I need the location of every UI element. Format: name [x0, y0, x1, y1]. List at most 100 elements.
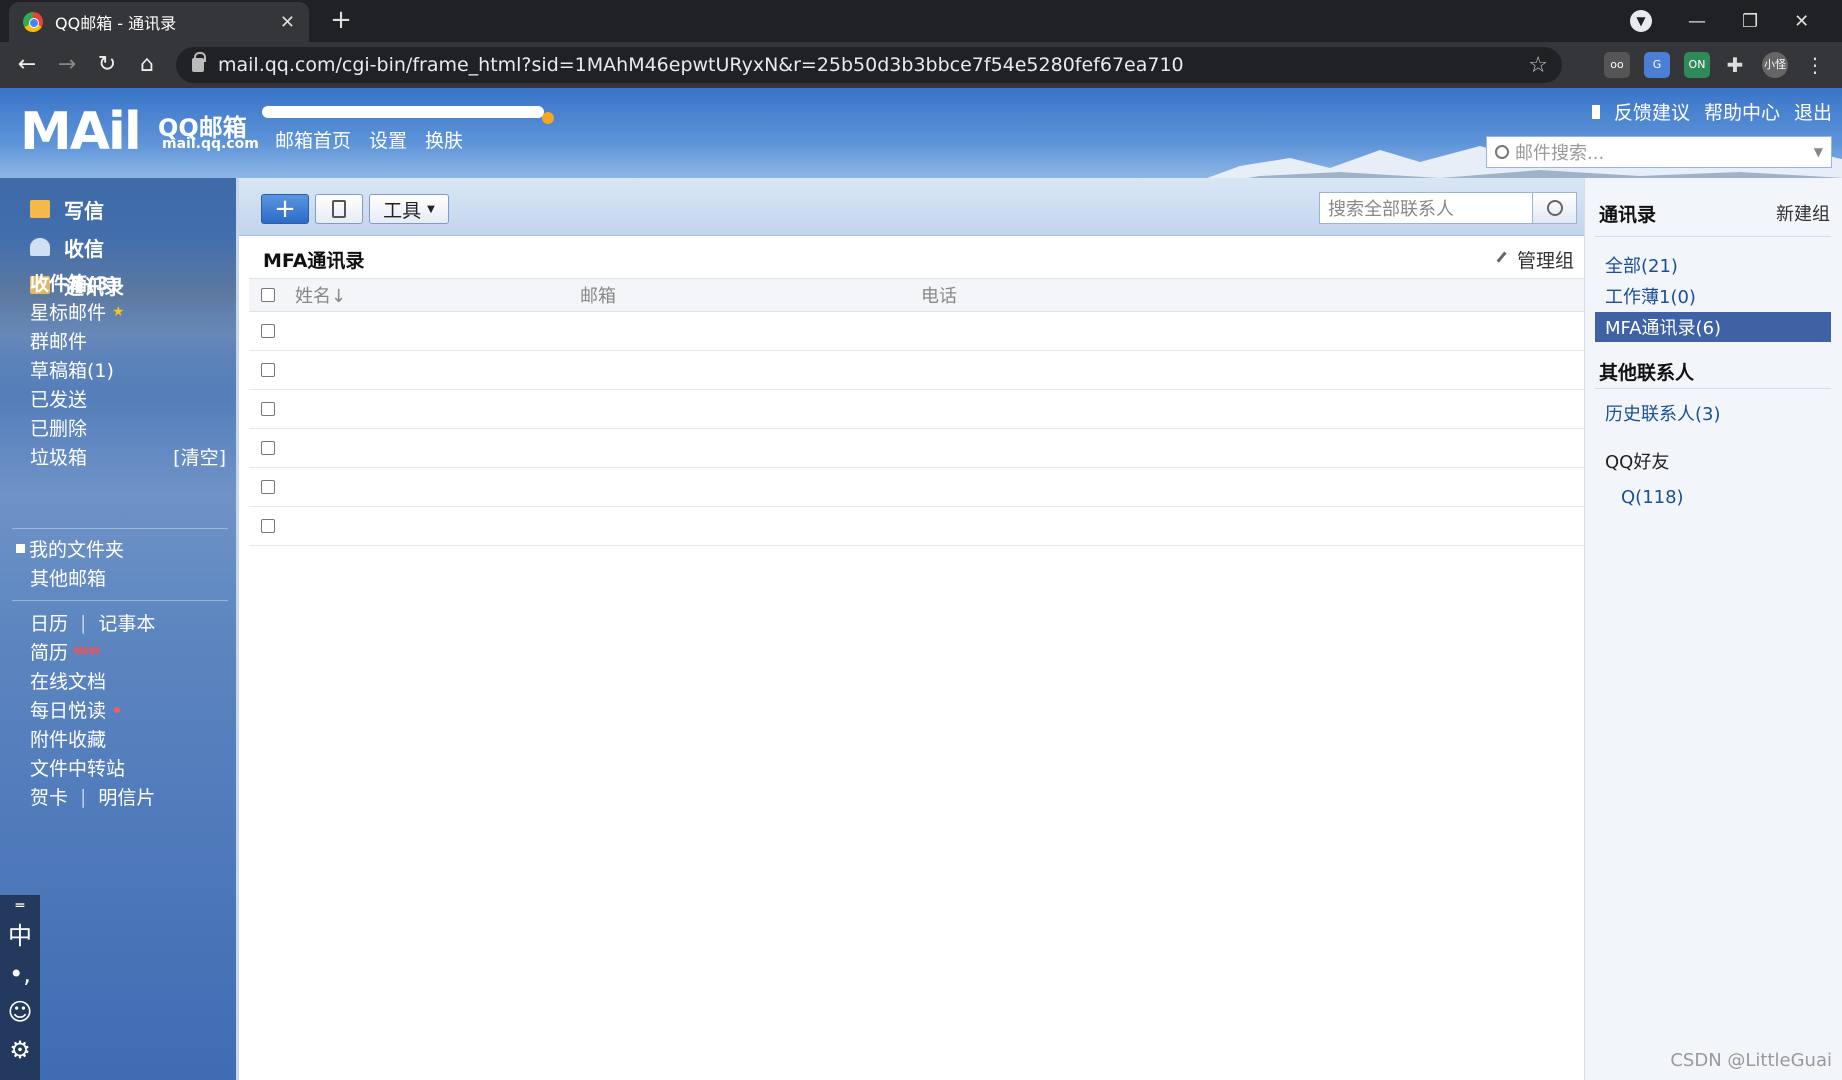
- table-row[interactable]: [249, 312, 1585, 351]
- lock-icon: [192, 52, 206, 72]
- ime-chinese-mode[interactable]: 中: [0, 917, 40, 955]
- notebook-link[interactable]: 记事本: [98, 609, 155, 636]
- postcard-link[interactable]: 明信片: [98, 783, 155, 810]
- feedback-link[interactable]: 反馈建议: [1614, 98, 1690, 125]
- restore-icon[interactable]: ❐: [1742, 11, 1758, 32]
- extension-translate-icon[interactable]: G: [1644, 52, 1670, 78]
- new-tab-button[interactable]: +: [326, 6, 356, 36]
- history-contacts[interactable]: 历史联系人(3): [1595, 398, 1831, 428]
- tools-dropdown[interactable]: 工具 ▼: [369, 194, 449, 224]
- add-contact-button[interactable]: +: [261, 194, 309, 224]
- inbox-icon: [30, 238, 50, 256]
- other-mailbox[interactable]: 其他邮箱: [16, 563, 212, 592]
- folder-inbox[interactable]: 收件箱(3): [30, 268, 226, 297]
- home-icon[interactable]: ⌂: [132, 50, 162, 80]
- phone-icon: [332, 200, 346, 218]
- extension-glasses-icon[interactable]: oo: [1604, 52, 1630, 78]
- extensions-puzzle-icon[interactable]: ✚: [1722, 52, 1748, 78]
- browser-tab[interactable]: QQ邮箱 - 通讯录 ✕: [9, 2, 309, 42]
- attachments-link[interactable]: 附件收藏: [30, 724, 226, 753]
- nav-mail-home[interactable]: 邮箱首页: [275, 126, 351, 153]
- row-checkbox[interactable]: [261, 363, 275, 377]
- ime-settings-icon[interactable]: ⚙: [0, 1031, 40, 1069]
- group-mfa-active[interactable]: MFA通讯录(6): [1595, 312, 1831, 342]
- help-link[interactable]: 帮助中心: [1704, 98, 1780, 125]
- ime-punctuation[interactable]: •,: [0, 955, 40, 993]
- mail-search-input[interactable]: 邮件搜索... ▼: [1486, 136, 1832, 168]
- qq-friends[interactable]: QQ好友: [1595, 446, 1831, 476]
- bookmark-star-icon[interactable]: ☆: [1528, 53, 1548, 78]
- profile-avatar[interactable]: 小怪: [1762, 52, 1788, 78]
- row-checkbox[interactable]: [261, 402, 275, 416]
- online-docs-link[interactable]: 在线文档: [30, 666, 226, 695]
- column-email[interactable]: 邮箱: [580, 282, 921, 308]
- folder-drafts[interactable]: 草稿箱(1): [30, 355, 226, 384]
- close-window-icon[interactable]: ✕: [1794, 11, 1809, 32]
- logout-link[interactable]: 退出: [1794, 98, 1832, 125]
- account-alert-icon: [542, 112, 554, 124]
- folder-list: 收件箱(3) 星标邮件 ★ 群邮件 草稿箱(1) 已发送 已删除 垃圾箱 [清空]: [30, 268, 226, 471]
- contacts-table-header: 姓名↓ 邮箱 电话: [249, 278, 1585, 312]
- daily-reading-link[interactable]: 每日悦读: [30, 695, 226, 724]
- forward-icon[interactable]: →: [52, 50, 82, 80]
- my-folders-toggle[interactable]: 我的文件夹: [16, 534, 212, 563]
- mail-logo[interactable]: MAil: [20, 102, 142, 162]
- tool-calendar-row: 日历 | 记事本: [30, 608, 226, 637]
- contact-search-input[interactable]: 搜索全部联系人: [1319, 192, 1577, 224]
- group-all[interactable]: 全部(21): [1595, 250, 1831, 280]
- select-all-checkbox[interactable]: [261, 288, 275, 302]
- row-checkbox[interactable]: [261, 441, 275, 455]
- contact-search-button[interactable]: [1532, 193, 1576, 223]
- new-group-link[interactable]: 新建组: [1776, 200, 1830, 226]
- tab-close-icon[interactable]: ✕: [280, 12, 295, 33]
- reload-icon[interactable]: ↻: [92, 50, 122, 80]
- folder-spam[interactable]: 垃圾箱 [清空]: [30, 442, 226, 471]
- ime-handle-icon[interactable]: ═: [0, 895, 40, 917]
- group-workbook[interactable]: 工作薄1(0): [1595, 281, 1831, 311]
- groups-sidebar: 通讯录 新建组 全部(21) 工作薄1(0) MFA通讯录(6) 其他联系人 历…: [1584, 178, 1842, 1080]
- table-row[interactable]: [249, 507, 1585, 546]
- table-row[interactable]: [249, 390, 1585, 429]
- resume-link[interactable]: 简历 NEW: [30, 637, 226, 666]
- folder-group[interactable]: 群邮件: [30, 326, 226, 355]
- contacts-table-body: [249, 312, 1585, 546]
- column-name[interactable]: 姓名↓: [295, 282, 580, 308]
- bookmark-icon[interactable]: [1591, 104, 1600, 119]
- column-phone[interactable]: 电话: [921, 282, 957, 308]
- table-row[interactable]: [249, 351, 1585, 390]
- nav-skin[interactable]: 换肤: [425, 126, 463, 153]
- row-checkbox[interactable]: [261, 480, 275, 494]
- folder-deleted[interactable]: 已删除: [30, 413, 226, 442]
- row-checkbox[interactable]: [261, 324, 275, 338]
- back-icon[interactable]: ←: [12, 50, 42, 80]
- minimize-icon[interactable]: —: [1688, 11, 1706, 32]
- folder-starred[interactable]: 星标邮件 ★: [30, 297, 226, 326]
- tab-search-icon[interactable]: ▼: [1630, 10, 1652, 32]
- mail-search-placeholder: 邮件搜索...: [1515, 143, 1605, 164]
- folder-sent[interactable]: 已发送: [30, 384, 226, 413]
- contact-card-button[interactable]: [315, 194, 363, 224]
- manage-group-link[interactable]: 管理组: [1496, 246, 1574, 273]
- ime-emoji-icon[interactable]: ☺: [0, 993, 40, 1031]
- row-checkbox[interactable]: [261, 519, 275, 533]
- pencil-icon: [1496, 251, 1514, 268]
- chevron-down-icon[interactable]: ▼: [1814, 145, 1823, 159]
- extension-on-icon[interactable]: ON: [1684, 52, 1710, 78]
- table-row[interactable]: [249, 429, 1585, 468]
- contacts-panel: + 工具 ▼ 搜索全部联系人 MFA通讯录 管理组 姓名↓ 邮箱 电话: [236, 178, 1587, 1080]
- greeting-card-link[interactable]: 贺卡: [30, 783, 68, 810]
- url-field[interactable]: mail.qq.com/cgi-bin/frame_html?sid=1MAhM…: [176, 47, 1562, 83]
- table-row[interactable]: [249, 468, 1585, 507]
- divider: [1595, 388, 1831, 389]
- empty-spam-link[interactable]: [清空]: [173, 443, 226, 470]
- qq-friends-group[interactable]: Q(118): [1595, 482, 1831, 512]
- url-text: mail.qq.com/cgi-bin/frame_html?sid=1MAhM…: [218, 54, 1184, 76]
- ime-toolbar: ═ 中 •, ☺ ⚙: [0, 895, 40, 1080]
- calendar-link[interactable]: 日历: [30, 609, 68, 636]
- browser-menu-icon[interactable]: ⋮: [1802, 52, 1828, 78]
- nav-settings[interactable]: 设置: [369, 126, 407, 153]
- compose-button[interactable]: 写信: [30, 190, 124, 228]
- other-contacts-title: 其他联系人: [1599, 362, 1695, 384]
- file-transfer-link[interactable]: 文件中转站: [30, 753, 226, 782]
- inbox-button[interactable]: 收信: [30, 228, 124, 266]
